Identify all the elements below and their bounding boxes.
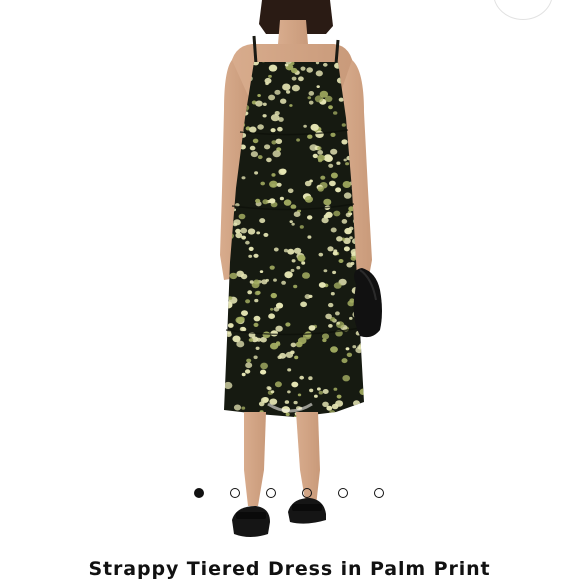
sandals bbox=[232, 498, 326, 537]
handbag bbox=[353, 268, 382, 338]
carousel-dot-2[interactable] bbox=[230, 488, 240, 498]
carousel-dot-6[interactable] bbox=[374, 488, 384, 498]
product-image bbox=[220, 0, 382, 537]
product-gallery[interactable] bbox=[0, 0, 579, 545]
carousel-dot-3[interactable] bbox=[266, 488, 276, 498]
carousel-dot-5[interactable] bbox=[338, 488, 348, 498]
product-title: Strappy Tiered Dress in Palm Print bbox=[88, 558, 491, 580]
carousel-dot-1[interactable] bbox=[194, 488, 204, 498]
carousel-dots bbox=[0, 488, 579, 502]
carousel-dot-4[interactable] bbox=[302, 488, 312, 498]
